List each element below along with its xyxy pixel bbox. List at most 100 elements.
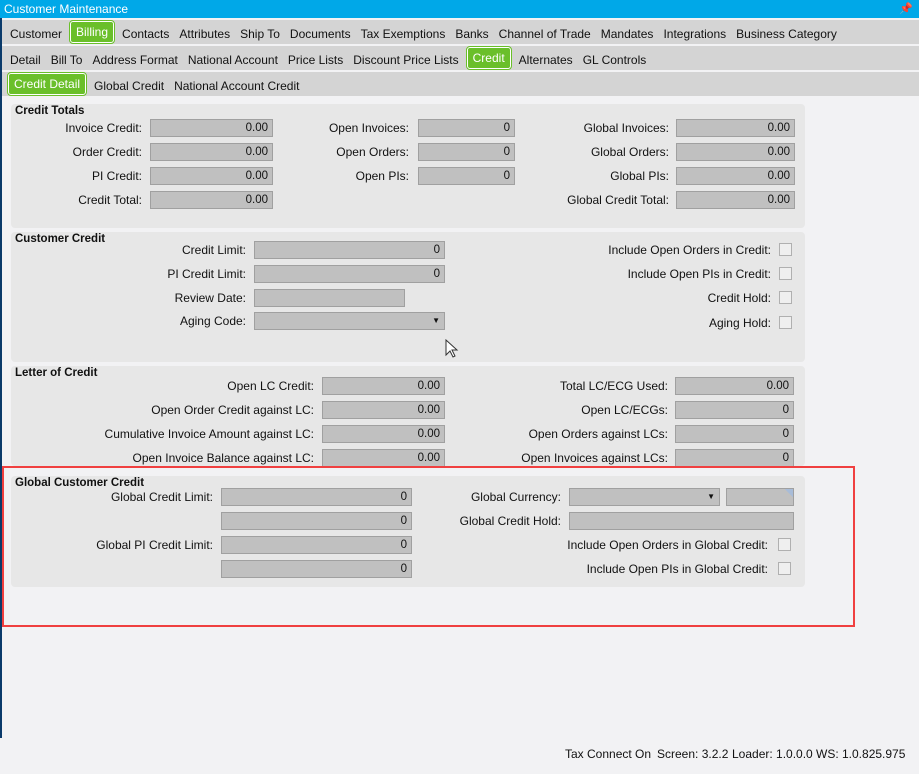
credit-tab-row: Credit Detail Global Credit National Acc… [2,72,919,98]
tab-banks[interactable]: Banks [450,21,493,43]
global-pi-credit-limit-field-2[interactable]: 0 [221,560,412,578]
open-invoices-field[interactable]: 0 [418,119,515,137]
global-orders-field[interactable]: 0.00 [676,143,795,161]
main-tab-row: Customer Billing Contacts Attributes Shi… [2,20,919,46]
include-open-pis-global-checkbox[interactable] [778,562,791,575]
tab-detail[interactable]: Detail [5,47,46,69]
mouse-cursor-icon [445,339,459,358]
global-invoices-label: Global Invoices: [583,121,669,135]
open-lc-credit-field[interactable]: 0.00 [322,377,445,395]
open-lc-credit-label: Open LC Credit: [227,379,314,393]
pi-credit-limit-label: PI Credit Limit: [167,267,246,281]
tab-channel-of-trade[interactable]: Channel of Trade [494,21,596,43]
include-open-orders-global-checkbox[interactable] [778,538,791,551]
tab-address-format[interactable]: Address Format [87,47,182,69]
global-credit-limit-label: Global Credit Limit: [110,490,213,504]
window-title: Customer Maintenance [4,2,129,16]
review-date-label: Review Date: [174,291,246,305]
customer-credit-panel: Customer Credit Credit Limit: 0 PI Credi… [11,232,805,362]
invoice-credit-label: Invoice Credit: [65,121,142,135]
tab-billing[interactable]: Billing [69,20,116,44]
tab-attributes[interactable]: Attributes [174,21,235,43]
tab-bill-to[interactable]: Bill To [46,47,88,69]
tab-alternates[interactable]: Alternates [514,47,578,69]
global-orders-label: Global Orders: [590,145,669,159]
global-pis-label: Global PIs: [610,169,669,183]
panel-title: Credit Totals [15,105,85,117]
billing-tab-row: Detail Bill To Address Format National A… [2,46,919,72]
include-open-orders-checkbox[interactable] [779,243,792,256]
panel-title: Letter of Credit [15,367,98,379]
ws-version: WS: 1.0.825.975 [816,747,906,761]
open-invoice-balance-lc-field[interactable]: 0.00 [322,449,445,467]
global-pis-field[interactable]: 0.00 [676,167,795,185]
open-invoice-balance-lc-label: Open Invoice Balance against LC: [132,451,314,465]
open-pis-field[interactable]: 0 [418,167,515,185]
pin-icon[interactable]: 📌 [899,0,913,18]
global-currency-label: Global Currency: [470,490,561,504]
tab-national-account-credit[interactable]: National Account Credit [169,73,304,95]
global-credit-total-field[interactable]: 0.00 [676,191,795,209]
tab-integrations[interactable]: Integrations [658,21,731,43]
global-credit-total-label: Global Credit Total: [567,193,669,207]
pi-credit-field[interactable]: 0.00 [150,167,273,185]
cum-invoice-lc-field[interactable]: 0.00 [322,425,445,443]
open-orders-lcs-label: Open Orders against LCs: [528,427,668,441]
global-pi-credit-limit-field[interactable]: 0 [221,536,412,554]
total-lc-used-label: Total LC/ECG Used: [559,379,668,393]
tab-ship-to[interactable]: Ship To [235,21,285,43]
loader-version: Loader: 1.0.0.0 [732,747,813,761]
total-lc-used-field[interactable]: 0.00 [675,377,794,395]
order-credit-label: Order Credit: [72,145,142,159]
review-date-field[interactable] [254,289,405,307]
tab-national-account[interactable]: National Account [183,47,283,69]
global-credit-limit-field[interactable]: 0 [221,488,412,506]
tab-documents[interactable]: Documents [285,21,356,43]
chevron-down-icon: ▼ [707,492,715,501]
open-lc-ecgs-label: Open LC/ECGs: [581,403,668,417]
order-credit-field[interactable]: 0.00 [150,143,273,161]
tab-contacts[interactable]: Contacts [117,21,174,43]
open-lc-ecgs-field[interactable]: 0 [675,401,794,419]
credit-limit-field[interactable]: 0 [254,241,445,259]
global-credit-hold-field[interactable] [569,512,794,530]
global-currency-code-field[interactable] [726,488,794,506]
open-invoices-lcs-field[interactable]: 0 [675,449,794,467]
credit-total-field[interactable]: 0.00 [150,191,273,209]
tab-discount-price-lists[interactable]: Discount Price Lists [348,47,463,69]
global-credit-limit-field-2[interactable]: 0 [221,512,412,530]
global-invoices-field[interactable]: 0.00 [676,119,795,137]
aging-code-label: Aging Code: [179,314,246,328]
aging-hold-checkbox[interactable] [779,316,792,329]
open-orders-lcs-field[interactable]: 0 [675,425,794,443]
credit-totals-panel: Credit Totals Invoice Credit: 0.00 Order… [11,104,805,228]
credit-hold-label: Credit Hold: [707,291,771,305]
tab-credit-detail[interactable]: Credit Detail [6,72,88,96]
tab-customer[interactable]: Customer [5,21,67,43]
tab-mandates[interactable]: Mandates [596,21,659,43]
panel-title: Customer Credit [15,233,106,245]
open-order-credit-lc-field[interactable]: 0.00 [322,401,445,419]
aging-code-select[interactable]: ▼ [254,312,445,330]
credit-hold-checkbox[interactable] [779,291,792,304]
global-currency-select[interactable]: ▼ [569,488,720,506]
open-orders-field[interactable]: 0 [418,143,515,161]
invoice-credit-field[interactable]: 0.00 [150,119,273,137]
tab-tax-exemptions[interactable]: Tax Exemptions [356,21,451,43]
tab-global-credit[interactable]: Global Credit [89,73,169,95]
tab-price-lists[interactable]: Price Lists [283,47,348,69]
open-pis-label: Open PIs: [355,169,409,183]
chevron-down-icon: ▼ [432,316,440,325]
open-orders-label: Open Orders: [336,145,409,159]
tab-gl-controls[interactable]: GL Controls [578,47,652,69]
screen-version: Screen: 3.2.2 [657,747,729,761]
cum-invoice-lc-label: Cumulative Invoice Amount against LC: [104,427,314,441]
tab-credit[interactable]: Credit [465,46,512,70]
pi-credit-label: PI Credit: [91,169,142,183]
include-open-pis-checkbox[interactable] [779,267,792,280]
include-open-orders-label: Include Open Orders in Credit: [608,243,771,257]
tab-business-category[interactable]: Business Category [731,21,842,43]
letter-of-credit-panel: Letter of Credit Open LC Credit: 0.00 Op… [11,366,805,467]
pi-credit-limit-field[interactable]: 0 [254,265,445,283]
credit-total-label: Credit Total: [78,193,142,207]
